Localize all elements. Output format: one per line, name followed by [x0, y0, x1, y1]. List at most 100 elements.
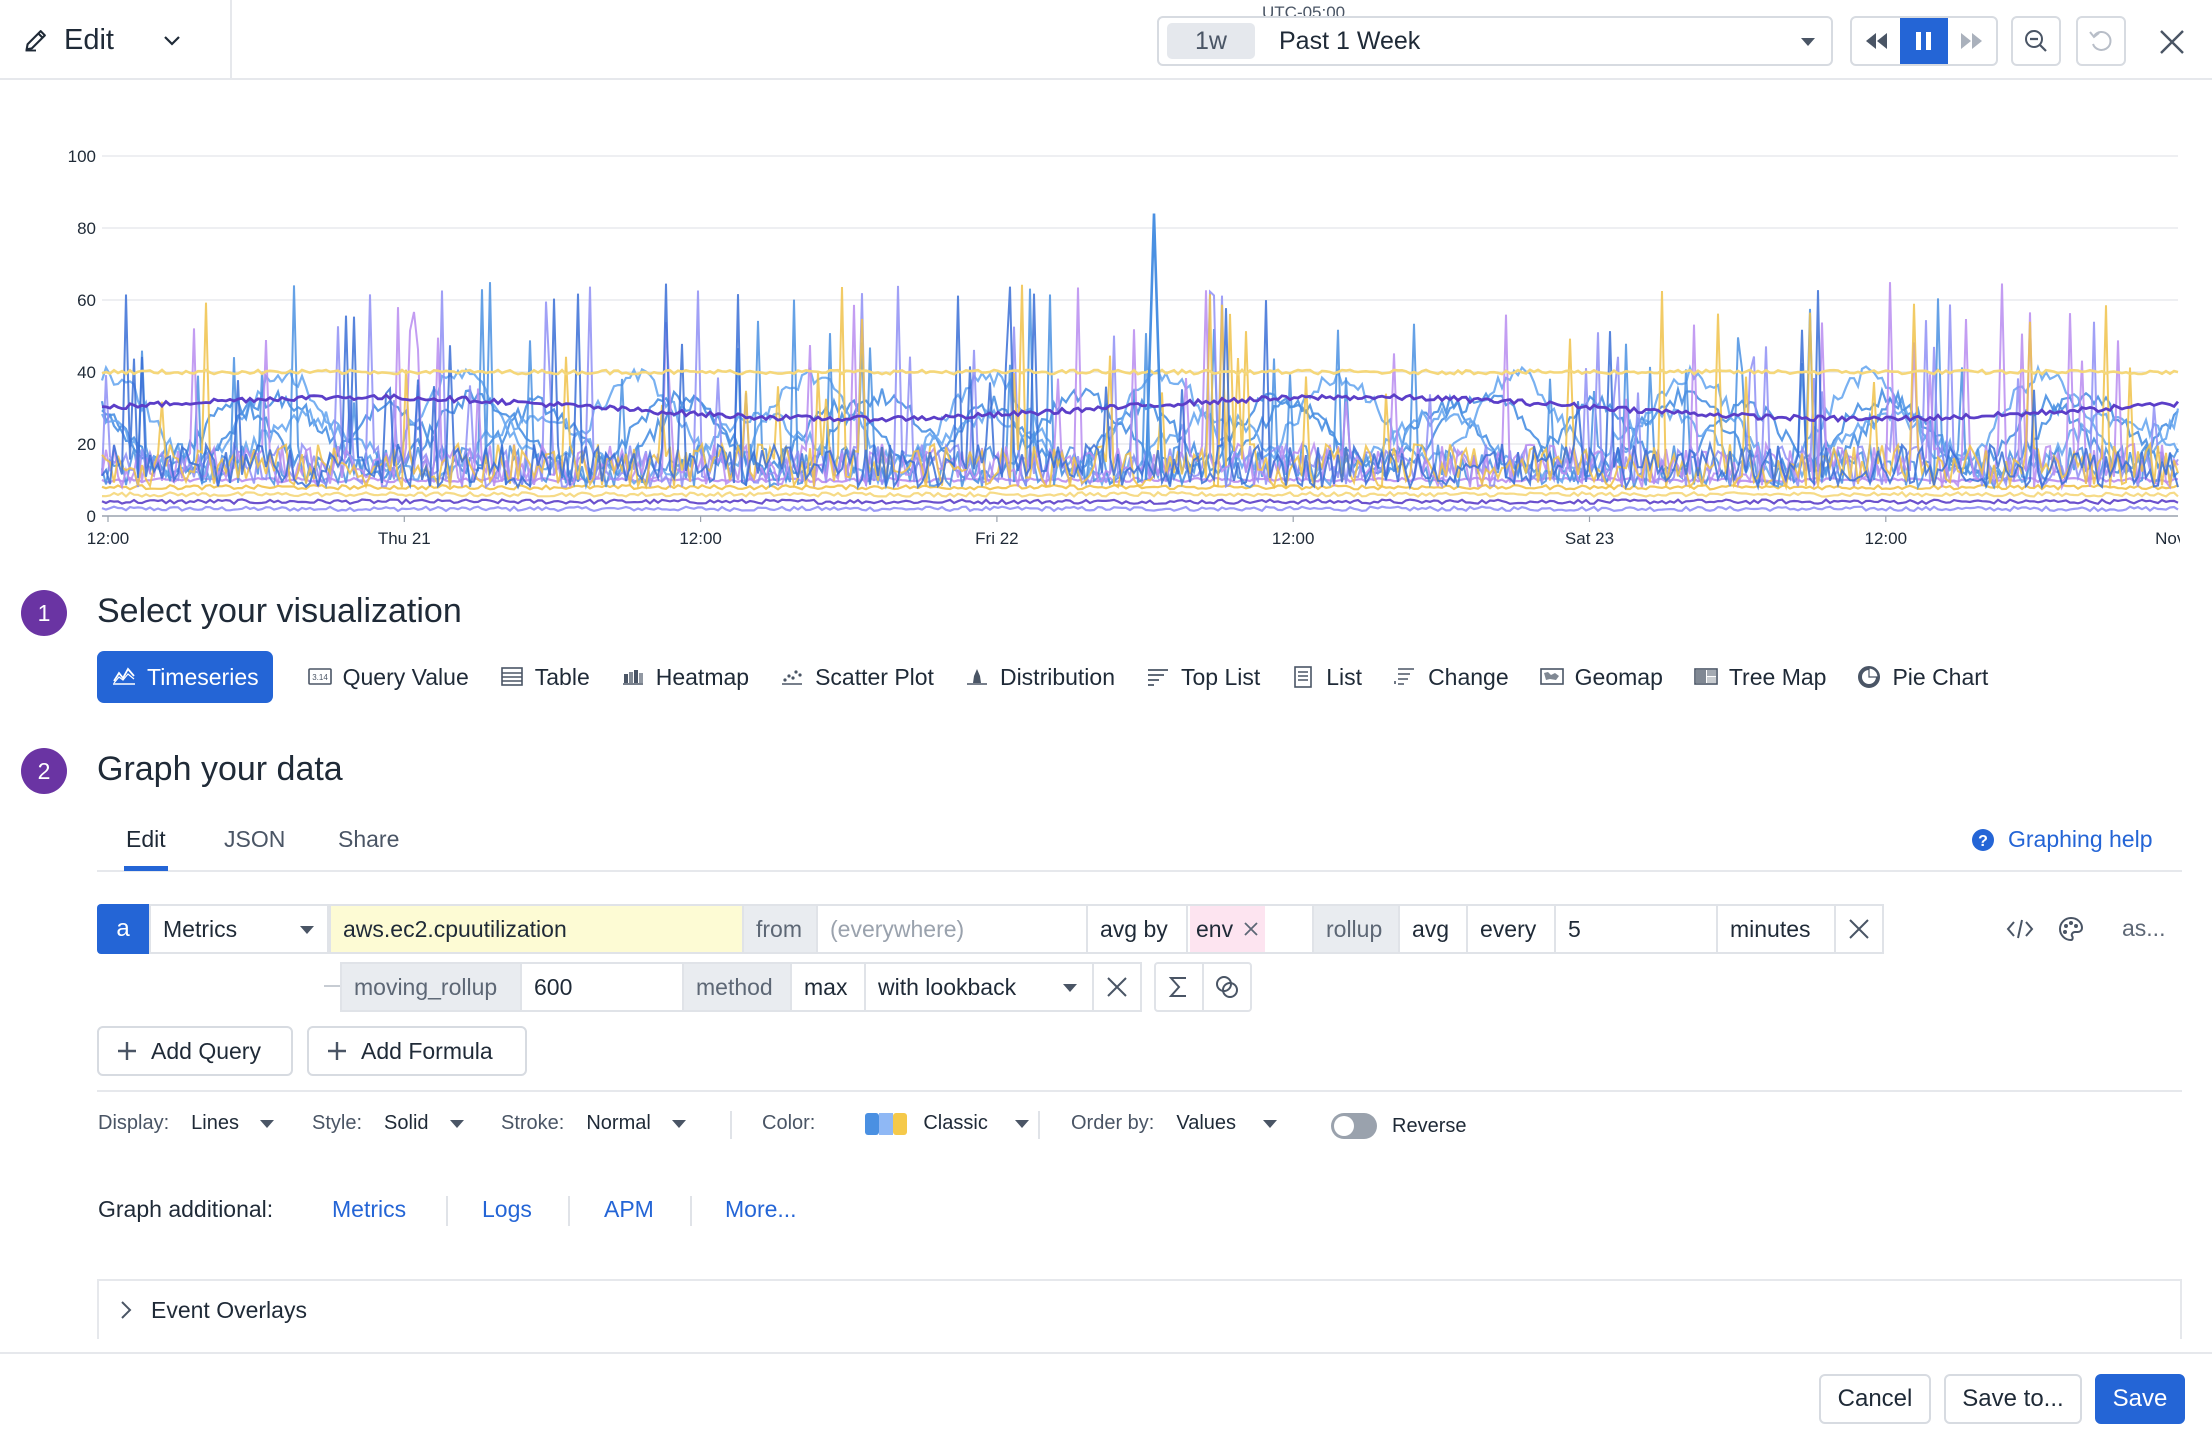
add-query-button[interactable]: Add Query	[97, 1026, 293, 1076]
style-label: Style:	[312, 1112, 363, 1134]
method-select[interactable]: max	[790, 962, 866, 1012]
toggle-switch[interactable]	[1310, 1112, 1378, 1140]
interval-unit-select[interactable]: minutes	[1716, 904, 1836, 954]
viz-option-scatter-plot[interactable]: Scatter Plot	[779, 651, 934, 703]
function-connector	[324, 985, 340, 987]
pause-button[interactable]	[1900, 18, 1948, 64]
metric-value: aws.ec2.cpuutilization	[343, 915, 567, 942]
metric-input[interactable]: aws.ec2.cpuutilization	[329, 904, 744, 954]
alias-input[interactable]: as...	[2122, 915, 2165, 942]
geomap-icon	[1539, 664, 1575, 690]
graph-additional-metrics-link[interactable]: Metrics	[332, 1196, 406, 1223]
viz-option-label: Geomap	[1574, 663, 1663, 690]
rollup-method-select[interactable]: avg	[1398, 904, 1468, 954]
cancel-button[interactable]: Cancel	[1819, 1374, 1931, 1424]
data-source-value: Metrics	[163, 915, 238, 942]
undo-icon	[2089, 31, 2112, 51]
order-by-select[interactable]: Order by: Values	[1071, 1112, 1278, 1135]
query-letter[interactable]: a	[97, 904, 149, 954]
y-tick-label: 40	[77, 363, 96, 382]
graph-additional-more-link[interactable]: More...	[725, 1196, 797, 1223]
y-tick-label: 80	[77, 219, 96, 238]
close-button[interactable]	[2152, 22, 2192, 62]
save-to-button[interactable]: Save to...	[1944, 1374, 2082, 1424]
viz-option-heatmap[interactable]: Heatmap	[620, 651, 749, 703]
viz-option-label: List	[1326, 663, 1363, 690]
graph-additional-logs-link[interactable]: Logs	[482, 1196, 532, 1223]
active-tab-indicator	[124, 866, 168, 871]
zoom-out-button[interactable]	[2011, 16, 2061, 66]
viz-option-geomap[interactable]: Geomap	[1539, 651, 1663, 703]
viz-option-top-list[interactable]: Top List	[1145, 651, 1260, 703]
viz-option-pie-chart[interactable]: Pie Chart	[1856, 651, 1988, 703]
function-overlap-icon	[1216, 976, 1238, 998]
edit-mode-menu[interactable]: Edit	[0, 0, 232, 80]
stroke-select[interactable]: Stroke: Normal	[501, 1112, 687, 1135]
tab-share[interactable]: Share	[338, 826, 399, 853]
edit-mode-label: Edit	[64, 23, 114, 56]
tab-edit[interactable]: Edit	[126, 826, 166, 853]
graph-additional-apm-link[interactable]: APM	[604, 1196, 654, 1223]
viz-option-list[interactable]: List	[1290, 651, 1362, 703]
caret-down-icon	[1062, 982, 1078, 994]
zoom-out-icon	[2025, 30, 2047, 52]
close-icon	[1849, 919, 1869, 939]
add-formula-button[interactable]: Add Formula	[307, 1026, 527, 1076]
viz-option-label: Scatter Plot	[815, 663, 934, 690]
data-source-select[interactable]: Metrics	[149, 904, 329, 954]
interval-input[interactable]: 5	[1554, 904, 1718, 954]
viz-option-label: Table	[534, 663, 590, 690]
rollup-label: rollup	[1312, 904, 1400, 954]
color-select[interactable]: Color: Classic	[762, 1112, 1030, 1135]
avg-by-label: avg by	[1086, 904, 1188, 954]
pencil-icon	[22, 26, 50, 54]
caret-down-icon	[299, 924, 315, 936]
function-window-input[interactable]: 600	[520, 962, 684, 1012]
step-2-badge: 2	[21, 748, 67, 794]
viz-option-timeseries[interactable]: Timeseries	[97, 651, 273, 703]
step-2-title: Graph your data	[97, 750, 343, 788]
time-range-picker[interactable]: 1w Past 1 Week	[1157, 16, 1833, 66]
display-select[interactable]: Display: Lines	[98, 1112, 275, 1135]
close-icon	[1107, 977, 1127, 997]
group-by-input[interactable]: env	[1186, 904, 1314, 954]
add-formula-label: Add Formula	[361, 1037, 493, 1064]
x-tick-label: Thu 21	[378, 529, 431, 548]
display-label: Display:	[98, 1112, 170, 1134]
viz-option-table[interactable]: Table	[499, 651, 590, 703]
viz-option-distribution[interactable]: Distribution	[964, 651, 1115, 703]
tab-json[interactable]: JSON	[224, 826, 285, 853]
caret-down-icon	[671, 1119, 686, 1128]
from-scope-input[interactable]: (everywhere)	[816, 904, 1088, 954]
reset-zoom-button[interactable]	[2076, 16, 2126, 66]
save-button[interactable]: Save	[2095, 1374, 2185, 1424]
add-function-button[interactable]	[1154, 962, 1204, 1012]
code-view-button[interactable]	[1997, 904, 2043, 954]
reverse-toggle[interactable]: Reverse	[1310, 1112, 1466, 1140]
every-label: every	[1466, 904, 1556, 954]
remove-tag-icon[interactable]	[1243, 921, 1259, 937]
viz-option-tree-map[interactable]: Tree Map	[1693, 651, 1826, 703]
group-tag[interactable]: env	[1190, 906, 1266, 952]
visualization-selector: Timeseries 3.14 Query Value Table Heatmap Sca…	[97, 651, 2018, 703]
palette-button[interactable]	[2048, 904, 2094, 954]
event-overlays-section[interactable]: Event Overlays	[97, 1279, 2182, 1339]
lookback-select[interactable]: with lookback	[864, 962, 1094, 1012]
graphing-help-link[interactable]: ? Graphing help	[1970, 826, 2153, 853]
viz-option-label: Top List	[1181, 663, 1261, 690]
advanced-function-button[interactable]	[1202, 962, 1252, 1012]
viz-option-change[interactable]: Change	[1392, 651, 1509, 703]
remove-rollup-button[interactable]	[1834, 904, 1884, 954]
rewind-button[interactable]	[1852, 18, 1900, 64]
stroke-value: Normal	[586, 1112, 651, 1134]
viz-option-query-value[interactable]: 3.14 Query Value	[307, 651, 469, 703]
plus-icon	[328, 1042, 346, 1060]
series-line	[101, 505, 2179, 513]
fast-forward-button[interactable]	[1948, 18, 1996, 64]
remove-function-button[interactable]	[1092, 962, 1142, 1012]
style-select[interactable]: Style: Solid	[312, 1112, 465, 1135]
sigma-icon	[1168, 977, 1186, 997]
series-line	[101, 368, 2179, 376]
function-name[interactable]: moving_rollup	[340, 962, 522, 1012]
timeseries-chart[interactable]: 0 20 40 60 80 100 12:00 Thu 21 12:00 Fri 22 12:00 S…	[50, 136, 2180, 556]
